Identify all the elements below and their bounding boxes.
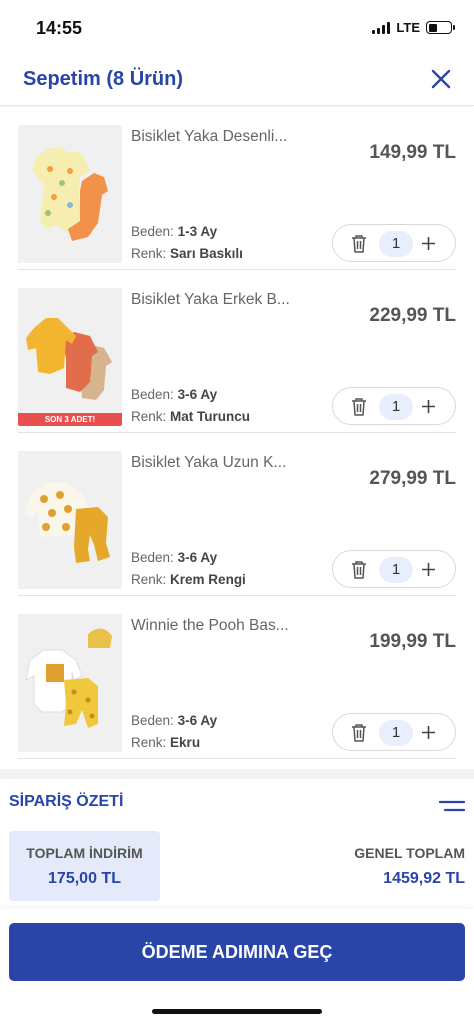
product-size: Beden: 3-6 Ay <box>131 713 218 728</box>
product-price: 229,99 TL <box>369 305 456 326</box>
cart-item-list: Bisiklet Yaka Desenli... 149,99 TL Beden… <box>0 107 474 769</box>
discount-label: TOPLAM İNDİRİM <box>26 845 143 861</box>
plus-icon <box>422 563 435 576</box>
trash-icon <box>352 235 366 253</box>
total-discount-box: TOPLAM İNDİRİM 175,00 TL <box>9 831 160 901</box>
increase-quantity-button[interactable] <box>420 561 437 578</box>
product-size: Beden: 1-3 Ay <box>131 224 218 239</box>
quantity-value[interactable]: 1 <box>379 231 413 257</box>
checkout-button[interactable]: ÖDEME ADIMINA GEÇ <box>9 923 465 981</box>
signal-icon <box>372 21 391 34</box>
delete-button[interactable] <box>350 397 368 417</box>
close-icon <box>431 69 451 89</box>
page-title: Sepetim (8 Ürün) <box>23 68 184 90</box>
status-indicators: LTE <box>372 20 455 35</box>
menu-icon <box>438 800 466 812</box>
product-color: Renk: Krem Rengi <box>131 572 246 587</box>
product-image[interactable] <box>18 614 122 752</box>
trash-icon <box>352 398 366 416</box>
product-color: Renk: Mat Turuncu <box>131 409 251 424</box>
close-button[interactable] <box>428 66 454 92</box>
checkout-bar: ÖDEME ADIMINA GEÇ <box>0 909 474 1024</box>
quantity-value[interactable]: 1 <box>379 720 413 746</box>
cart-item: Winnie the Pooh Bas... 199,99 TL Beden: … <box>18 596 456 759</box>
cart-item: Bisiklet Yaka Desenli... 149,99 TL Beden… <box>18 107 456 270</box>
stock-badge: SON 3 ADET! <box>18 413 122 426</box>
plus-icon <box>422 400 435 413</box>
product-size: Beden: 3-6 Ay <box>131 387 218 402</box>
product-price: 279,99 TL <box>369 468 456 489</box>
cart-header: Sepetim (8 Ürün) <box>0 56 474 106</box>
quantity-stepper: 1 <box>332 224 456 262</box>
delete-button[interactable] <box>350 723 368 743</box>
quantity-value[interactable]: 1 <box>379 394 413 420</box>
product-color: Renk: Ekru <box>131 735 201 750</box>
trash-icon <box>352 724 366 742</box>
quantity-stepper: 1 <box>332 713 456 751</box>
trash-icon <box>352 561 366 579</box>
product-name[interactable]: Bisiklet Yaka Desenli... <box>131 128 321 146</box>
increase-quantity-button[interactable] <box>420 235 437 252</box>
battery-icon <box>426 21 455 34</box>
plus-icon <box>422 726 435 739</box>
summary-title: SİPARİŞ ÖZETİ <box>9 793 124 810</box>
quantity-value[interactable]: 1 <box>379 557 413 583</box>
increase-quantity-button[interactable] <box>420 398 437 415</box>
summary-toggle-button[interactable] <box>438 799 466 813</box>
product-size: Beden: 3-6 Ay <box>131 550 218 565</box>
quantity-stepper: 1 <box>332 387 456 425</box>
product-price: 149,99 TL <box>369 142 456 163</box>
status-bar: 14:55 LTE <box>0 0 474 56</box>
plus-icon <box>422 237 435 250</box>
product-color: Renk: Sarı Baskılı <box>131 246 243 261</box>
quantity-stepper: 1 <box>332 550 456 588</box>
increase-quantity-button[interactable] <box>420 724 437 741</box>
product-price: 199,99 TL <box>369 631 456 652</box>
status-time: 14:55 <box>36 18 83 38</box>
delete-button[interactable] <box>350 234 368 254</box>
product-image[interactable] <box>18 125 122 263</box>
grand-total-value: 1459,92 TL <box>383 870 465 887</box>
order-summary: SİPARİŞ ÖZETİ TOPLAM İNDİRİM 175,00 TL G… <box>0 769 474 909</box>
product-image[interactable]: SON 3 ADET! <box>18 288 122 426</box>
cart-item: Bisiklet Yaka Uzun K... 279,99 TL Beden:… <box>18 433 456 596</box>
product-image[interactable] <box>18 451 122 589</box>
network-type: LTE <box>396 20 420 35</box>
home-indicator[interactable] <box>152 1009 322 1014</box>
discount-value: 175,00 TL <box>48 870 121 887</box>
cart-item: SON 3 ADET! Bisiklet Yaka Erkek B... 229… <box>18 270 456 433</box>
product-name[interactable]: Winnie the Pooh Bas... <box>131 617 321 635</box>
product-name[interactable]: Bisiklet Yaka Erkek B... <box>131 291 321 309</box>
product-name[interactable]: Bisiklet Yaka Uzun K... <box>131 454 321 472</box>
delete-button[interactable] <box>350 560 368 580</box>
grand-total-label: GENEL TOPLAM <box>354 845 465 861</box>
